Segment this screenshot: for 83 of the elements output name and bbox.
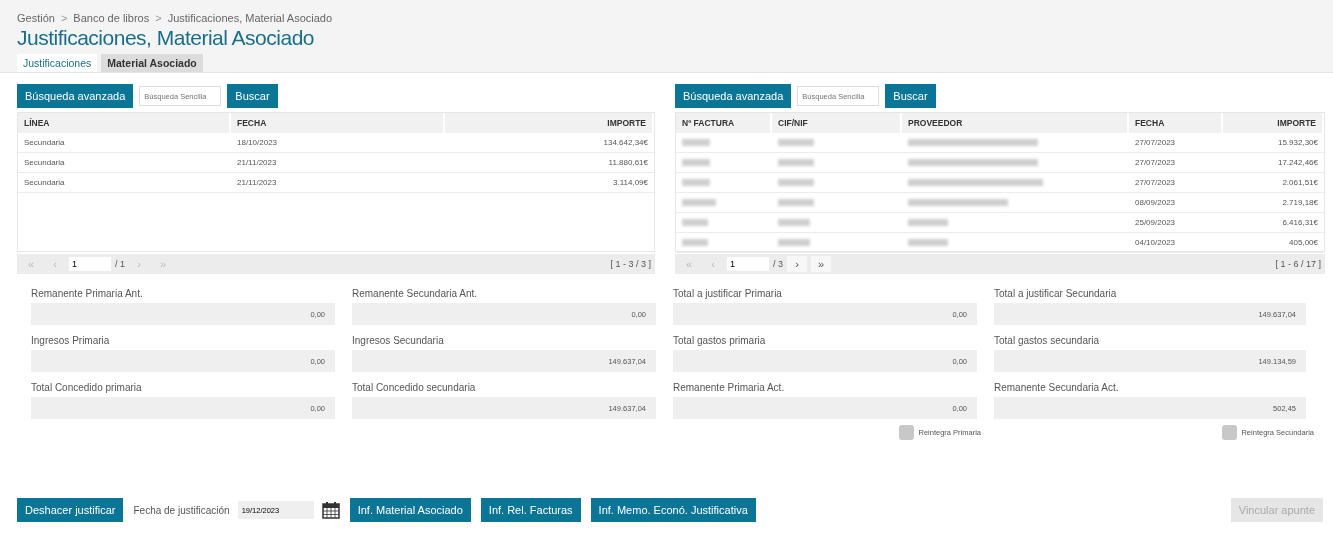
redacted-text bbox=[682, 199, 716, 206]
field-label: Remanente Secundaria Ant. bbox=[352, 288, 479, 299]
page-field[interactable]: 1 bbox=[69, 257, 111, 271]
redacted-text bbox=[682, 159, 710, 166]
table-cell-text: 21/11/2023 bbox=[236, 178, 278, 187]
column-header[interactable]: Nº FACTURA bbox=[676, 113, 772, 133]
table-cell-text: 134.642,34€ bbox=[602, 138, 649, 147]
pager-button[interactable]: » bbox=[811, 256, 831, 272]
redacted-text bbox=[682, 179, 710, 186]
redacted-text bbox=[778, 219, 810, 226]
column-header[interactable]: CIF/NIF bbox=[772, 113, 902, 133]
field-label: Total Concedido secundaria bbox=[352, 382, 477, 393]
table-cell-text: 2.061,51€ bbox=[1281, 178, 1319, 187]
table-cell-text: 3.114,09€ bbox=[612, 178, 649, 187]
redacted-text bbox=[778, 179, 814, 186]
column-header[interactable]: FECHA bbox=[231, 113, 445, 133]
page-total: / 1 bbox=[115, 259, 125, 269]
undo-button[interactable]: Deshacer justificar bbox=[17, 498, 124, 522]
field-label: Remanente Primaria Act. bbox=[673, 382, 786, 393]
date-label: Fecha de justificación bbox=[133, 504, 230, 516]
search-button[interactable]: Buscar bbox=[227, 84, 278, 108]
table-cell-text: 27/07/2023 bbox=[1134, 138, 1177, 147]
table-cell-text: 2.719,18€ bbox=[1281, 198, 1319, 207]
range-text: [ 1 - 3 / 3 ] bbox=[610, 259, 651, 269]
field-label: Total gastos secundaria bbox=[994, 335, 1101, 346]
table-cell-text: 11.880,61€ bbox=[607, 158, 649, 167]
tab[interactable]: Material Asociado bbox=[101, 54, 203, 72]
table-cell-text: Secundaria bbox=[23, 158, 66, 167]
field-label: Remanente Primaria Ant. bbox=[31, 288, 144, 299]
field-label: Total Concedido primaria bbox=[31, 382, 143, 393]
checkbox[interactable] bbox=[1222, 425, 1238, 440]
breadcrumb-link[interactable]: Justificaciones, Material Asociado bbox=[167, 12, 333, 24]
table-cell-text: Secundaria bbox=[23, 178, 66, 187]
table-cell-text: 04/10/2023 bbox=[1134, 238, 1177, 247]
field-label: Ingresos Primaria bbox=[31, 335, 111, 346]
page-title: Justificaciones, Material Asociado bbox=[17, 26, 315, 50]
checkbox[interactable] bbox=[899, 425, 915, 440]
redacted-text bbox=[908, 219, 948, 226]
redacted-text bbox=[682, 139, 710, 146]
table-cell-text: 6.416,31€ bbox=[1281, 218, 1319, 227]
redacted-text bbox=[778, 239, 810, 246]
table-cell-text: 27/07/2023 bbox=[1134, 158, 1177, 167]
advanced-search-button[interactable]: Búsqueda avanzada bbox=[17, 84, 134, 108]
table-cell-text: 21/11/2023 bbox=[236, 158, 278, 167]
field-label: Ingresos Secundaria bbox=[352, 335, 445, 346]
report-button[interactable]: Inf. Material Asociado bbox=[349, 498, 471, 522]
column-header[interactable]: LÍNEA bbox=[18, 113, 231, 133]
column-header[interactable]: FECHA bbox=[1129, 113, 1223, 133]
calendar-icon[interactable] bbox=[321, 501, 340, 519]
field-label: Remanente Secundaria Act. bbox=[994, 382, 1120, 393]
pager-button[interactable]: › bbox=[787, 256, 807, 272]
breadcrumb-separator: > bbox=[60, 12, 68, 24]
breadcrumb-separator: > bbox=[155, 12, 162, 24]
redacted-text bbox=[908, 239, 948, 246]
field-label: Total a justificar Secundaria bbox=[994, 288, 1118, 299]
table-cell-text: 15.932,30€ bbox=[1276, 138, 1319, 147]
page-total: / 3 bbox=[773, 259, 783, 269]
field-label: Total gastos primaria bbox=[673, 335, 767, 346]
column-header[interactable]: IMPORTE bbox=[1223, 113, 1324, 133]
breadcrumb-link[interactable]: Gestión bbox=[17, 12, 55, 24]
table-cell-text: 08/09/2023 bbox=[1134, 198, 1177, 207]
report-button[interactable]: Inf. Rel. Facturas bbox=[480, 498, 581, 522]
table-cell-text: 405,00€ bbox=[1288, 238, 1319, 247]
field-label: Total a justificar Primaria bbox=[673, 288, 783, 299]
breadcrumb-link[interactable]: Banco de libros bbox=[73, 12, 150, 24]
redacted-text bbox=[778, 199, 814, 206]
table-cell-text: 25/09/2023 bbox=[1134, 218, 1177, 227]
redacted-text bbox=[682, 219, 708, 226]
table-cell-text: 27/07/2023 bbox=[1134, 178, 1177, 187]
search-button[interactable]: Buscar bbox=[885, 84, 936, 108]
page-field[interactable]: 1 bbox=[727, 257, 769, 271]
table-cell-text: Secundaria bbox=[23, 138, 66, 147]
redacted-text bbox=[778, 159, 814, 166]
range-text: [ 1 - 6 / 17 ] bbox=[1275, 259, 1321, 269]
report-button[interactable]: Inf. Memo. Econó. Justificativa bbox=[590, 498, 756, 522]
table-cell-text: 18/10/2023 bbox=[236, 138, 279, 147]
advanced-search-button[interactable]: Búsqueda avanzada bbox=[675, 84, 792, 108]
tab[interactable]: Justificaciones bbox=[17, 54, 98, 72]
redacted-text bbox=[778, 139, 814, 146]
redacted-text bbox=[682, 239, 708, 246]
table-cell-text: 17.242,46€ bbox=[1276, 158, 1319, 167]
column-header[interactable]: PROVEEDOR bbox=[902, 113, 1129, 133]
column-header[interactable]: IMPORTE bbox=[445, 113, 654, 133]
